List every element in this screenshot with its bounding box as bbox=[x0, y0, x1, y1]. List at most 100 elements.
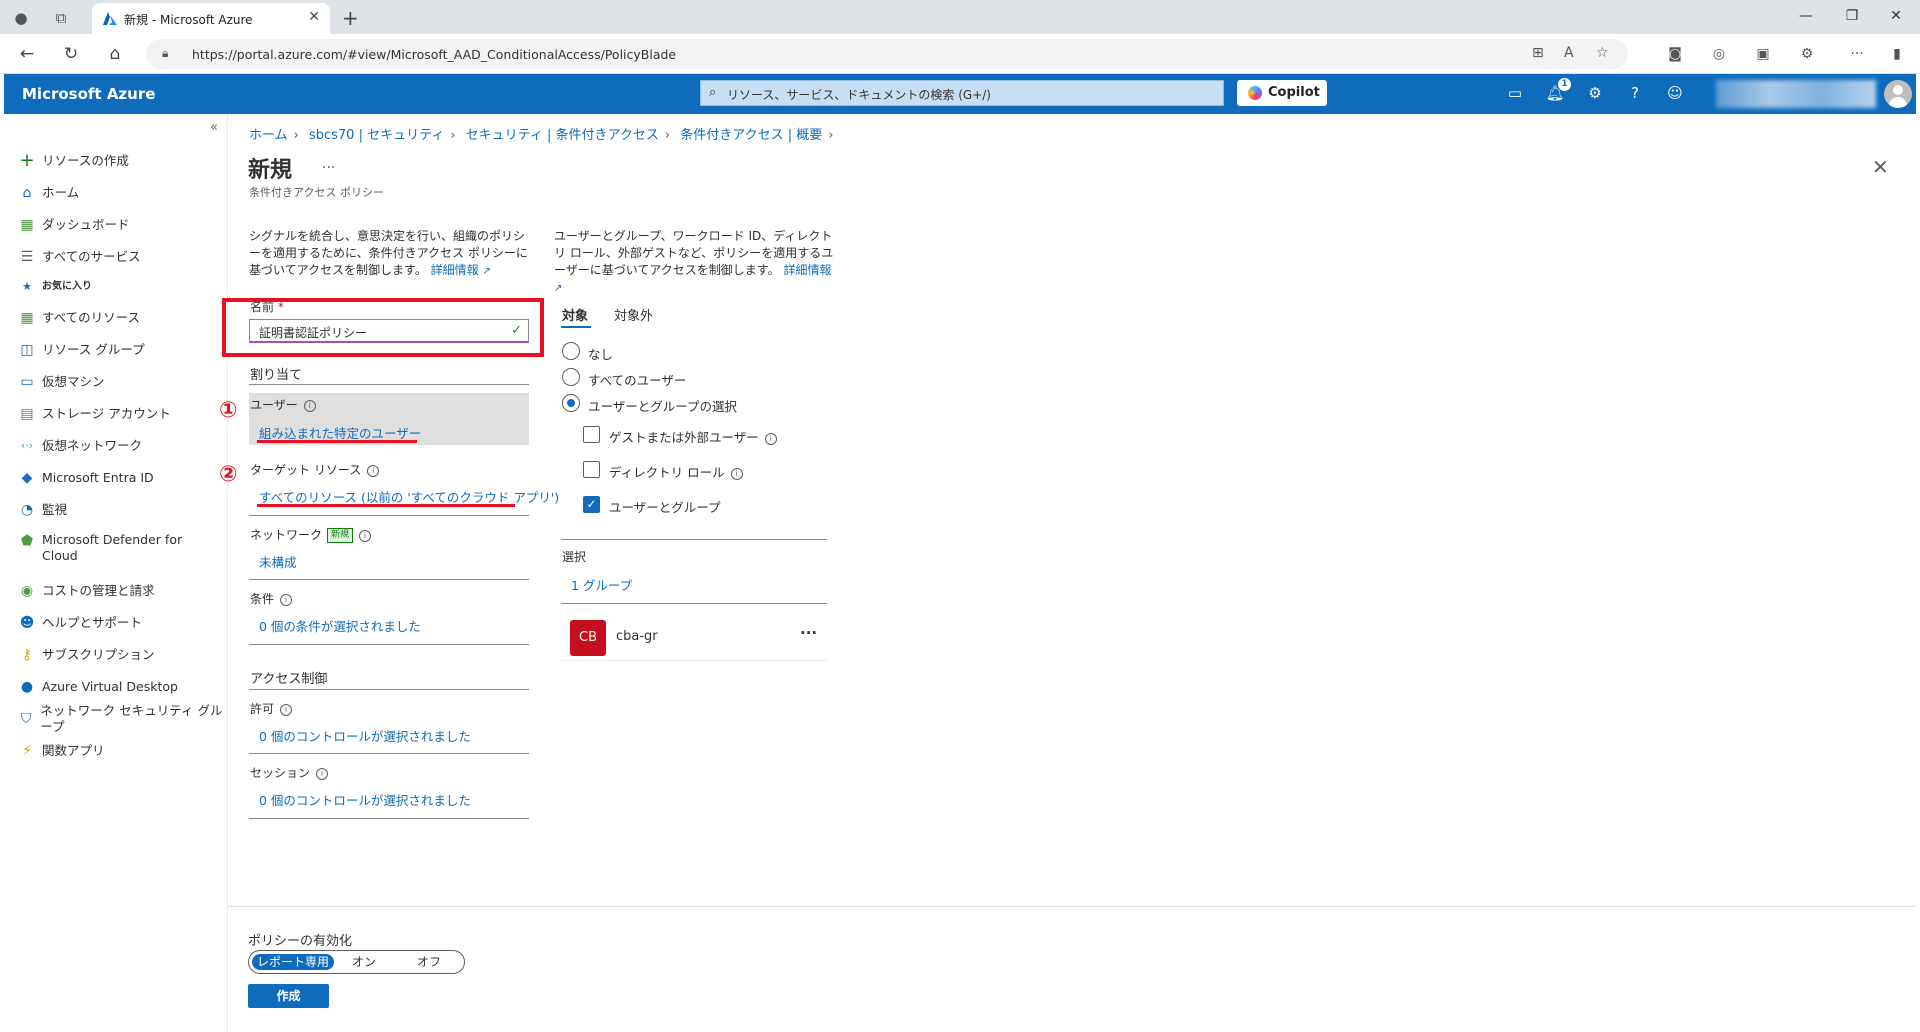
conditions-link[interactable]: 0 個の条件が選択されました bbox=[259, 616, 421, 635]
radio-select-users[interactable] bbox=[562, 394, 580, 412]
read-aloud-icon[interactable]: A bbox=[1564, 45, 1574, 61]
tab-include[interactable]: 対象 bbox=[562, 305, 588, 324]
azure-favicon-icon bbox=[103, 12, 117, 25]
radio-all-users[interactable] bbox=[562, 368, 580, 386]
url-field[interactable]: 🔒︎ https://portal.azure.com/#view/Micros… bbox=[146, 39, 1628, 69]
sidebar-item-nsg[interactable]: ⛉ ネットワーク セキュリティ グループ bbox=[18, 703, 227, 734]
back-icon[interactable]: ← bbox=[16, 44, 38, 64]
option-off[interactable]: オフ bbox=[399, 954, 459, 970]
global-search-input[interactable]: ⌕ リソース、サービス、ドキュメントの検索 (G+/) bbox=[700, 80, 1224, 106]
new-tab-icon[interactable]: + bbox=[342, 6, 359, 30]
annotation-1: ① bbox=[219, 398, 238, 423]
cloud-shell-icon[interactable]: ▭ bbox=[1504, 84, 1526, 102]
sidebar-toggle-icon[interactable]: ▮ bbox=[1886, 46, 1908, 62]
user-avatar[interactable] bbox=[1884, 80, 1912, 108]
copilot-label: Copilot bbox=[1268, 85, 1320, 100]
defender-icon: ⬟ bbox=[20, 533, 34, 549]
learn-more-link-left[interactable]: 詳細情報 bbox=[431, 263, 479, 277]
sidebar-item-resource-groups[interactable]: ◫ リソース グループ bbox=[18, 339, 144, 361]
group-more-options-icon[interactable]: ··· bbox=[800, 624, 817, 642]
checkbox-users-groups-label: ユーザーとグループ bbox=[609, 500, 721, 515]
restore-icon[interactable]: ❐ bbox=[1832, 8, 1872, 24]
info-icon: i bbox=[280, 703, 293, 716]
sidebar-item-all-resources[interactable]: ▦ すべてのリソース bbox=[18, 307, 140, 329]
sidebar-item-defender[interactable]: ⬟ Microsoft Defender for Cloud bbox=[18, 532, 202, 566]
sidebar-item-avd[interactable]: ● Azure Virtual Desktop bbox=[18, 676, 178, 698]
divider bbox=[249, 689, 529, 690]
checkbox-guest[interactable] bbox=[583, 426, 600, 443]
workspaces-icon[interactable]: ⧉ bbox=[52, 9, 70, 27]
sidebar-item-subscriptions[interactable]: ⚷ サブスクリプション bbox=[18, 644, 155, 666]
function-icon: ⚡ bbox=[22, 743, 32, 759]
learn-more-link-right[interactable]: 詳細情報 bbox=[783, 263, 831, 277]
network-link[interactable]: 未構成 bbox=[259, 552, 297, 571]
select-groups-link[interactable]: 1 グループ bbox=[571, 575, 632, 594]
account-name-blurred[interactable] bbox=[1716, 80, 1876, 108]
grant-link[interactable]: 0 個のコントロールが選択されました bbox=[259, 726, 471, 745]
app-available-icon[interactable]: ⊞ bbox=[1532, 45, 1544, 61]
create-button[interactable]: 作成 bbox=[248, 984, 329, 1008]
sidebar-item-function-apps[interactable]: ⚡ 関数アプリ bbox=[18, 740, 104, 762]
sidebar-item-help-support[interactable]: ☻ ヘルプとサポート bbox=[18, 612, 142, 634]
browser-tab[interactable]: 新規 - Microsoft Azure ✕ bbox=[92, 3, 330, 34]
close-tab-icon[interactable]: ✕ bbox=[308, 9, 320, 25]
minimize-icon[interactable]: — bbox=[1786, 8, 1826, 24]
lock-icon: 🔒︎ bbox=[162, 46, 169, 60]
divider bbox=[561, 539, 827, 540]
sidebar-item-home[interactable]: ⌂ ホーム bbox=[18, 182, 80, 204]
refresh-icon[interactable]: ↻ bbox=[60, 44, 82, 64]
session-link[interactable]: 0 個のコントロールが選択されました bbox=[259, 790, 471, 809]
option-on[interactable]: オン bbox=[339, 954, 389, 970]
radio-none[interactable] bbox=[562, 342, 580, 360]
feedback-icon[interactable]: ☺ bbox=[1664, 84, 1686, 102]
policy-description: シグナルを統合し、意思決定を行い、組織のポリシーを適用するために、条件付きアクセ… bbox=[249, 229, 528, 277]
sidebar-item-entra-id[interactable]: ◆ Microsoft Entra ID bbox=[18, 467, 154, 489]
collapse-sidebar-icon[interactable]: « bbox=[210, 120, 218, 135]
sidebar-item-dashboard[interactable]: ▦ ダッシュボード bbox=[18, 214, 129, 236]
sidebar-item-virtual-networks[interactable]: ‹·› 仮想ネットワーク bbox=[18, 435, 142, 457]
sidebar-item-cost-management[interactable]: ◉ コストの管理と請求 bbox=[18, 580, 155, 602]
azure-brand[interactable]: Microsoft Azure bbox=[22, 85, 155, 103]
screenshot-icon[interactable]: ◙ bbox=[1664, 46, 1686, 62]
help-icon[interactable]: ? bbox=[1624, 84, 1646, 102]
access-controls-heading: アクセス制御 bbox=[250, 672, 328, 687]
sidebar-item-monitor[interactable]: ◔ 監視 bbox=[18, 499, 67, 521]
extensions-puzzle-icon[interactable]: ⚙ bbox=[1796, 46, 1818, 62]
settings-more-icon[interactable]: ··· bbox=[1846, 46, 1868, 62]
radio-none-label: なし bbox=[588, 347, 614, 362]
new-badge: 新規 bbox=[327, 528, 354, 543]
breadcrumb-conditional-access[interactable]: セキュリティ | 条件付きアクセス bbox=[466, 128, 659, 143]
search-placeholder: リソース、サービス、ドキュメントの検索 (G+/) bbox=[727, 88, 991, 102]
session-label: セッション i bbox=[250, 764, 329, 781]
sidebar-item-create-resource[interactable]: + リソースの作成 bbox=[18, 150, 128, 172]
sidebar-item-all-services[interactable]: ☰ すべてのサービス bbox=[18, 246, 141, 268]
breadcrumb-home[interactable]: ホーム bbox=[249, 128, 288, 143]
settings-gear-icon[interactable]: ⚙ bbox=[1584, 84, 1606, 102]
extension-red-icon[interactable]: ▣ bbox=[1752, 46, 1774, 62]
radio-select-users-label: ユーザーとグループの選択 bbox=[588, 399, 738, 414]
tab-exclude[interactable]: 対象外 bbox=[614, 305, 653, 324]
more-options-icon[interactable]: ... bbox=[322, 156, 335, 172]
divider bbox=[249, 644, 529, 645]
external-link-icon: ↗ bbox=[482, 266, 491, 277]
close-window-icon[interactable]: ✕ bbox=[1876, 8, 1916, 24]
copilot-button[interactable]: Copilot bbox=[1237, 80, 1327, 106]
close-blade-icon[interactable]: ✕ bbox=[1872, 155, 1889, 179]
profile-icon[interactable]: ● bbox=[12, 9, 30, 27]
tab-title: 新規 - Microsoft Azure bbox=[124, 13, 253, 27]
checkbox-directory-roles[interactable] bbox=[583, 461, 600, 478]
divider bbox=[249, 818, 529, 819]
home-icon: ⌂ bbox=[22, 185, 32, 201]
page-title: 新規 bbox=[248, 158, 293, 183]
breadcrumb-security[interactable]: sbcs70 | セキュリティ bbox=[309, 128, 444, 143]
extension-circle-icon[interactable]: ◎ bbox=[1708, 46, 1730, 62]
home-browser-icon[interactable]: ⌂ bbox=[104, 44, 126, 64]
info-icon: i bbox=[359, 529, 372, 542]
option-report-only[interactable]: レポート専用 bbox=[252, 954, 334, 970]
breadcrumb-overview[interactable]: 条件付きアクセス | 概要 bbox=[680, 128, 822, 143]
sidebar-item-virtual-machines[interactable]: ▭ 仮想マシン bbox=[18, 371, 104, 393]
favorite-star-icon[interactable]: ☆ bbox=[1596, 45, 1609, 61]
sidebar-item-storage-accounts[interactable]: ▤ ストレージ アカウント bbox=[18, 403, 170, 425]
checkbox-users-groups[interactable]: ✓ bbox=[583, 496, 600, 513]
group-avatar: CB bbox=[570, 620, 606, 656]
